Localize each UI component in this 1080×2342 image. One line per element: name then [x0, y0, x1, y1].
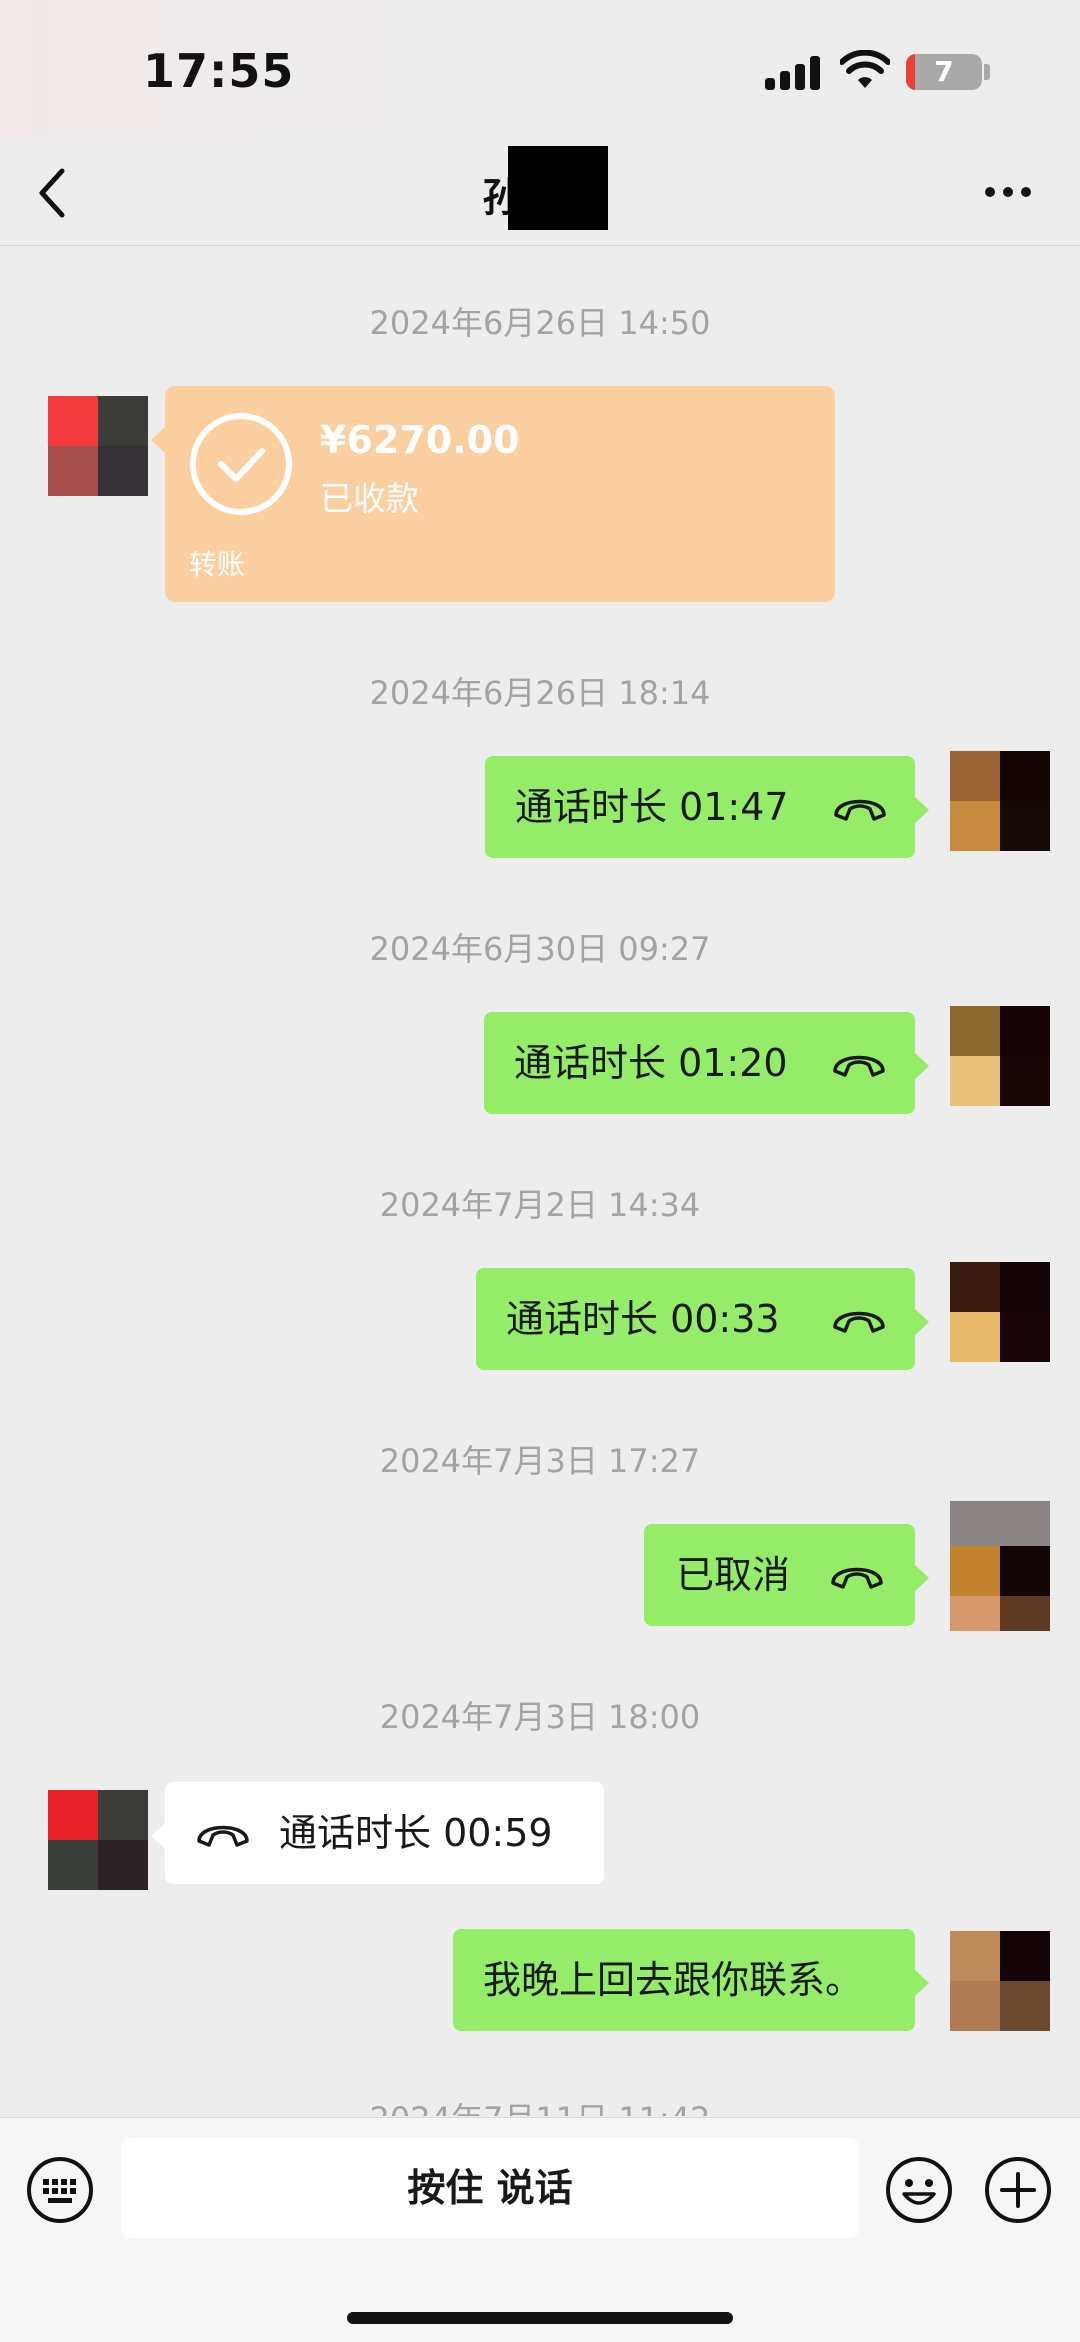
transfer-label: 转账	[189, 548, 246, 581]
timestamp: 2024年6月26日 14:50	[369, 304, 711, 342]
battery-tip	[984, 64, 990, 80]
phone-icon	[833, 1311, 885, 1333]
redaction-box	[508, 146, 608, 230]
battery-icon: 7	[906, 54, 982, 90]
call-message[interactable]: 通话时长 00:59	[151, 1782, 604, 1884]
keyboard-icon[interactable]	[26, 2156, 94, 2224]
call-duration-text: 通话时长 00:59	[279, 1811, 553, 1855]
call-message[interactable]: 通话时长 00:33	[476, 1268, 929, 1370]
wifi-icon	[840, 50, 890, 88]
contact-avatar[interactable]	[48, 396, 148, 496]
phone-icon	[833, 1055, 885, 1077]
phone-icon	[197, 1825, 249, 1847]
call-message[interactable]: 通话时长 01:20	[484, 1012, 929, 1114]
battery-level: 7	[934, 55, 954, 88]
call-duration-text: 通话时长 01:47	[515, 785, 789, 829]
home-indicator[interactable]	[347, 2312, 733, 2324]
emoji-icon[interactable]	[885, 2156, 953, 2224]
chat-header: 孙	[0, 140, 1080, 246]
call-duration-text: 通话时长 00:33	[506, 1297, 780, 1341]
text-message[interactable]: 我晚上回去跟你联系。	[453, 1929, 929, 2031]
my-avatar[interactable]	[950, 1501, 1050, 1631]
input-bar: 按住 说话	[0, 2117, 1080, 2342]
plus-icon[interactable]	[984, 2156, 1052, 2224]
my-avatar[interactable]	[950, 1006, 1050, 1106]
transfer-amount: ¥6270.00	[320, 418, 520, 462]
message-text: 我晚上回去跟你联系。	[483, 1958, 864, 2002]
signal-icon	[765, 56, 823, 90]
timestamp: 2024年7月11日 11:42	[0, 2094, 1080, 2116]
my-avatar[interactable]	[950, 1262, 1050, 1362]
timestamp: 2024年7月3日 17:27	[379, 1442, 701, 1480]
transfer-message[interactable]: ¥6270.00 已收款 转账	[151, 386, 835, 602]
phone-icon	[831, 1567, 883, 1589]
timestamp: 2024年6月26日 18:14	[369, 674, 711, 712]
contact-avatar[interactable]	[48, 1790, 148, 1890]
call-duration-text: 通话时长 01:20	[514, 1041, 788, 1085]
my-avatar[interactable]	[950, 1931, 1050, 2031]
check-circle-icon	[190, 413, 292, 515]
timestamp: 2024年7月3日 18:00	[379, 1698, 701, 1736]
my-avatar[interactable]	[950, 751, 1050, 851]
transfer-status: 已收款	[320, 479, 419, 518]
status-bar: 17:55 7	[0, 0, 1080, 140]
message-list[interactable]: 2024年6月26日 14:50 ¥6270.00 已收款 转账 2024年6月…	[0, 246, 1080, 2116]
timestamp: 2024年7月2日 14:34	[379, 1186, 701, 1224]
timestamp: 2024年6月30日 09:27	[369, 930, 711, 968]
phone-icon	[834, 799, 886, 821]
call-message[interactable]: 已取消	[644, 1524, 929, 1626]
call-status-text: 已取消	[676, 1553, 791, 1597]
status-time: 17:55	[143, 44, 295, 98]
call-message[interactable]: 通话时长 01:47	[485, 756, 929, 858]
hold-to-talk-button[interactable]: 按住 说话	[121, 2138, 859, 2238]
more-options-button[interactable]	[982, 182, 1034, 202]
